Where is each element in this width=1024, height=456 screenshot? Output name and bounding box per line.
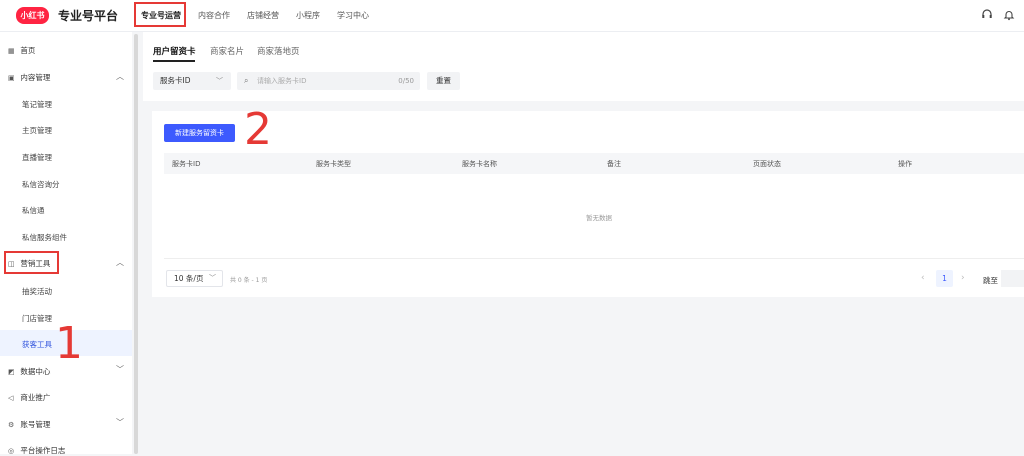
top-bar: 小红书 专业号平台 专业号运营 内容合作 店铺经营 小程序 学习中心: [0, 0, 1024, 32]
new-service-card-button[interactable]: 新建服务留资卡: [164, 124, 235, 142]
bell-icon[interactable]: [1003, 9, 1015, 21]
chevron-down-icon: ﹀: [209, 274, 216, 282]
document-icon: ▣: [8, 74, 15, 82]
sidebar-item-store-management[interactable]: 门店管理: [22, 313, 52, 324]
annotation-number-2: 2: [244, 104, 272, 155]
sidebar-item-dm-consult[interactable]: 私信咨询分: [22, 179, 60, 190]
chevron-up-icon[interactable]: ︿: [116, 71, 124, 82]
sidebar-item-lead-tools[interactable]: 获客工具: [22, 339, 52, 350]
megaphone-icon: ◁: [8, 394, 14, 402]
sidebar-item-operation-log[interactable]: ◎ 平台操作日志: [8, 445, 65, 456]
sidebar-item-home[interactable]: ▦ 首页: [8, 45, 35, 56]
xiaohongshu-logo[interactable]: 小红书: [16, 7, 49, 24]
search-input[interactable]: ⌕ 请输入服务卡ID 0/50: [237, 72, 420, 90]
chevron-up-icon[interactable]: ︿: [116, 257, 124, 268]
tab-merchant-landing[interactable]: 商家落地页: [257, 45, 300, 57]
chevron-down-icon[interactable]: ﹀: [116, 364, 124, 375]
table-card: [152, 111, 1024, 297]
search-icon: ⌕: [244, 76, 249, 85]
nav-pro-operation[interactable]: 专业号运营: [141, 10, 181, 21]
sidebar-item-business-promotion[interactable]: ◁ 商业推广: [8, 392, 50, 403]
sidebar-item-live[interactable]: 直播管理: [22, 152, 52, 163]
sidebar-item-account-management[interactable]: ⚙ 账号管理: [8, 419, 50, 430]
next-page-icon[interactable]: ›: [961, 273, 965, 283]
gear-icon: ⚙: [8, 421, 15, 429]
nav-content-cooperation[interactable]: 内容合作: [198, 10, 230, 21]
active-tab-underline: [153, 60, 195, 62]
filter-field-select[interactable]: 服务卡ID ﹀: [153, 72, 231, 90]
sidebar-item-homepage[interactable]: 主页管理: [22, 125, 52, 136]
column-header: 服务卡ID: [172, 160, 201, 168]
sidebar-item-data-center[interactable]: ◩ 数据中心: [8, 366, 50, 377]
nav-learning-center[interactable]: 学习中心: [337, 10, 369, 21]
nav-mini-program[interactable]: 小程序: [296, 10, 320, 21]
sidebar-item-content-management[interactable]: ▣ 内容管理: [8, 72, 50, 83]
sidebar-item-marketing-tools[interactable]: ◫ 营销工具: [8, 258, 50, 269]
sidebar-item-dm-pass[interactable]: 私信通: [22, 205, 45, 216]
sidebar-item-notes[interactable]: 笔记管理: [22, 99, 52, 110]
jump-label: 跳至: [983, 276, 998, 285]
sidebar-item-dm-component[interactable]: 私信服务组件: [22, 232, 67, 243]
current-page-button[interactable]: 1: [936, 270, 953, 287]
headset-icon[interactable]: [981, 9, 993, 21]
column-header: 操作: [898, 160, 912, 168]
chart-icon: ◩: [8, 368, 15, 376]
page-size-select[interactable]: 10 条/页 ﹀: [166, 270, 223, 287]
char-count: 0/50: [398, 77, 414, 85]
total-count-text: 共 0 条 - 1 页: [230, 277, 268, 284]
chevron-down-icon: ﹀: [216, 77, 223, 85]
bag-icon: ◫: [8, 260, 15, 268]
chevron-down-icon[interactable]: ﹀: [116, 417, 124, 428]
prev-page-icon[interactable]: ‹: [921, 273, 925, 283]
sidebar-scrollbar[interactable]: [134, 34, 138, 454]
sidebar: [0, 32, 132, 454]
column-header: 页面状态: [753, 160, 781, 168]
reset-button[interactable]: 重置: [427, 72, 460, 90]
sidebar-item-lottery[interactable]: 抽奖活动: [22, 286, 52, 297]
product-title: 专业号平台: [58, 9, 119, 23]
column-header: 服务卡类型: [316, 160, 351, 168]
column-header: 服务卡名称: [462, 160, 497, 168]
annotation-number-1: 1: [55, 318, 83, 369]
divider: [164, 258, 1024, 259]
grid-icon: ▦: [8, 47, 15, 55]
jump-page-input[interactable]: [1001, 270, 1024, 287]
table-header: [164, 153, 1024, 174]
tab-merchant-card[interactable]: 商家名片: [210, 45, 244, 57]
tab-user-lead-card[interactable]: 用户留资卡: [153, 45, 196, 57]
nav-store-operation[interactable]: 店铺经营: [247, 10, 279, 21]
filter-card: [143, 32, 1024, 101]
column-header: 备注: [607, 160, 621, 168]
empty-state-text: 暂无数据: [586, 214, 612, 222]
